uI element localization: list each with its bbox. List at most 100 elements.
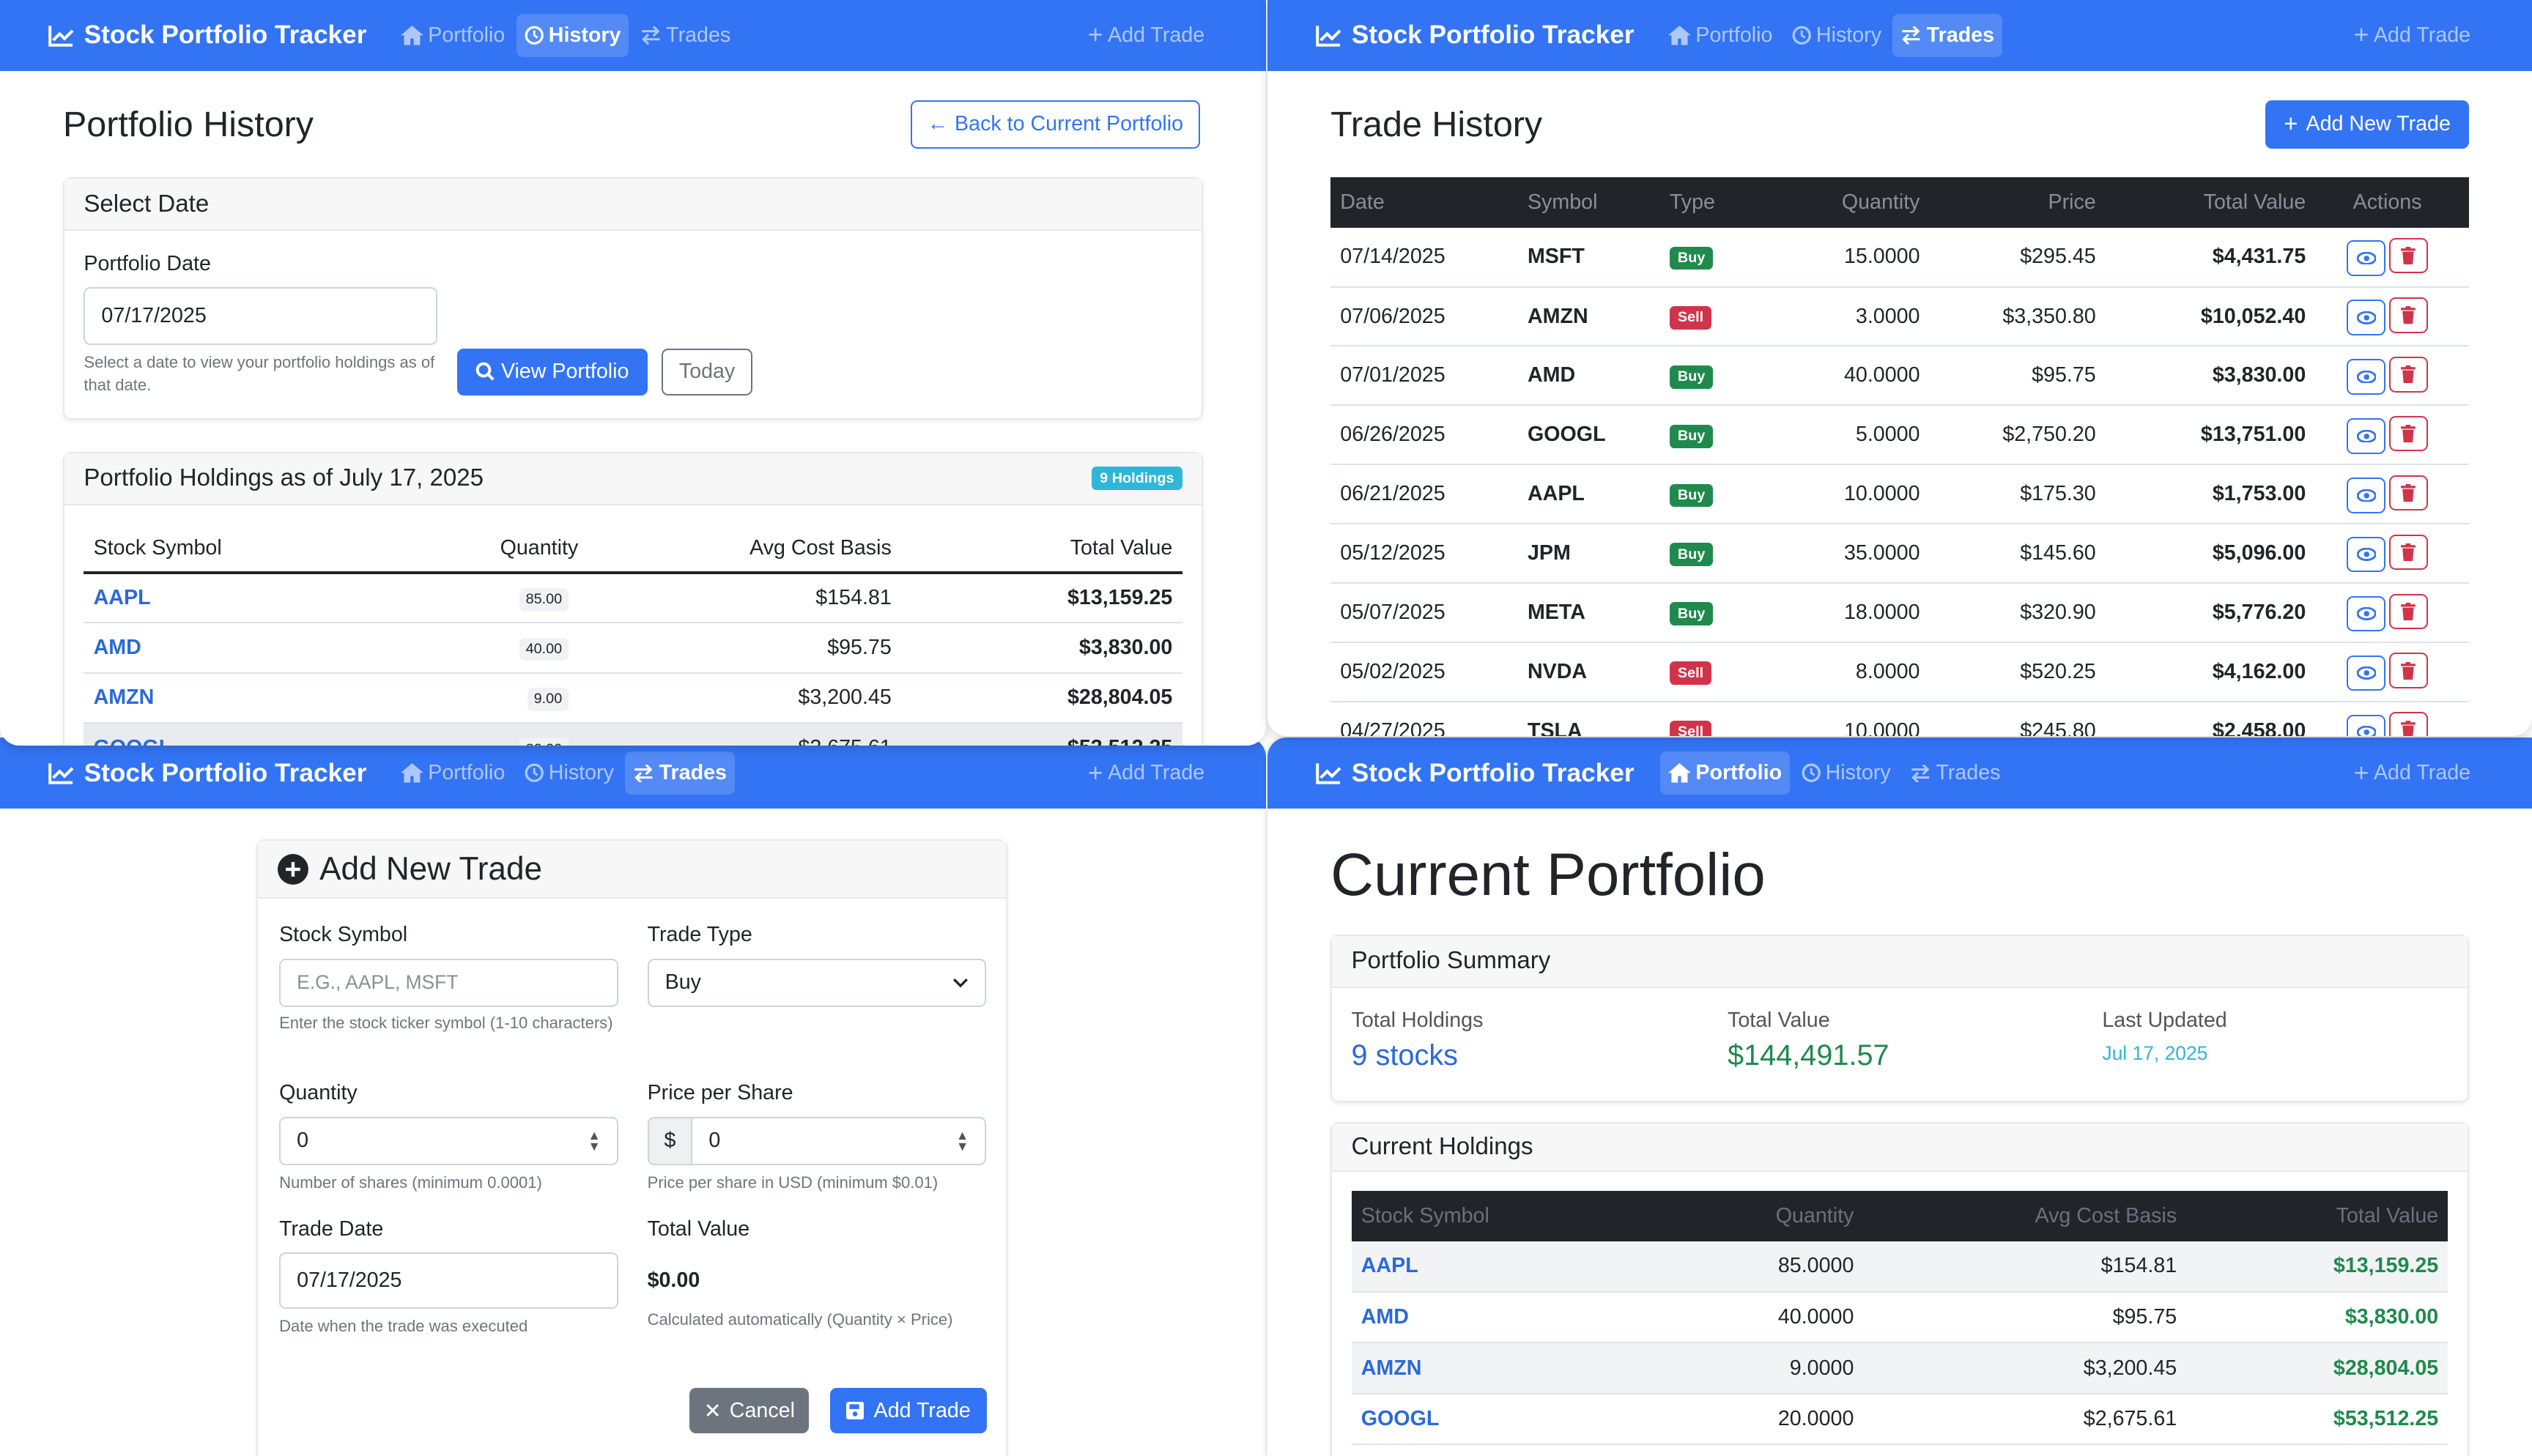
symbol-cell[interactable]: GOOGL bbox=[84, 723, 384, 746]
stock-symbol-input[interactable]: E.G., AAPL, MSFT bbox=[279, 958, 618, 1007]
nav-add-trade[interactable]: + Add Trade bbox=[2354, 21, 2470, 50]
back-to-portfolio-button[interactable]: ← Back to Current Portfolio bbox=[911, 100, 1200, 149]
view-trade-button[interactable] bbox=[2347, 418, 2386, 454]
view-trade-button[interactable] bbox=[2347, 536, 2386, 573]
symbol-cell[interactable]: AMD bbox=[1352, 1292, 1660, 1342]
quantity-stepper[interactable]: 0 ▲ ▼ bbox=[279, 1116, 618, 1165]
nav-trades[interactable]: Trades bbox=[625, 751, 735, 795]
col-total: Total Value bbox=[1070, 535, 1173, 560]
symbol-cell: TSLA bbox=[1527, 718, 1582, 737]
symbol-link[interactable]: GOOGL bbox=[1361, 1407, 1440, 1430]
nav-add-trade-label: Add Trade bbox=[2373, 23, 2471, 47]
total-value-amount: $0.00 bbox=[647, 1269, 700, 1293]
total-value-cell: $28,804.05 bbox=[1067, 686, 1173, 710]
symbol-cell[interactable]: AAPL bbox=[1352, 1241, 1660, 1292]
symbol-link[interactable]: AAPL bbox=[1361, 1254, 1418, 1277]
currency-prefix: $ bbox=[647, 1116, 693, 1165]
delete-trade-button[interactable] bbox=[2388, 475, 2428, 511]
delete-trade-button[interactable] bbox=[2388, 357, 2428, 393]
price-cell: $2,750.20 bbox=[2002, 423, 2096, 447]
nav-portfolio[interactable]: Portfolio bbox=[1659, 751, 1791, 795]
view-trade-button[interactable] bbox=[2347, 240, 2386, 276]
symbol-cell: AAPL bbox=[1527, 482, 1585, 506]
symbol-cell[interactable]: AMD bbox=[84, 623, 384, 672]
view-trade-button[interactable] bbox=[2347, 300, 2386, 335]
delete-trade-button[interactable] bbox=[2388, 237, 2428, 274]
trade-type-select[interactable]: Buy bbox=[647, 958, 987, 1007]
brand[interactable]: Stock Portfolio Tracker bbox=[48, 21, 367, 50]
history-icon bbox=[1792, 26, 1811, 45]
delete-trade-button[interactable] bbox=[2388, 415, 2428, 452]
portfolio-date-input[interactable]: 07/17/2025 bbox=[84, 287, 438, 346]
quantity-cell: 9.00 bbox=[385, 673, 578, 723]
table-row: 07/01/2025 AMD Buy 40.0000 $95.75 $3,830.00 bbox=[1330, 346, 2469, 406]
date-cell: 05/07/2025 bbox=[1340, 600, 1445, 624]
delete-trade-button[interactable] bbox=[2388, 712, 2428, 737]
symbol-cell[interactable]: AAPL bbox=[84, 573, 384, 623]
brand[interactable]: Stock Portfolio Tracker bbox=[1316, 759, 1635, 788]
cancel-button[interactable]: ✕ Cancel bbox=[689, 1388, 810, 1433]
history-holdings-table: Stock Symbol Quantity Avg Cost Basis Tot… bbox=[84, 524, 1182, 746]
symbol-link[interactable]: AMZN bbox=[1361, 1356, 1422, 1380]
trash-icon bbox=[2401, 425, 2416, 443]
quantity-cell: 40.0000 bbox=[1843, 363, 1920, 387]
trade-date-input[interactable]: 07/17/2025 bbox=[279, 1252, 618, 1310]
navbar: Stock Portfolio Tracker Portfolio Histor… bbox=[0, 738, 1266, 809]
brand[interactable]: Stock Portfolio Tracker bbox=[1316, 21, 1635, 50]
view-trade-button[interactable] bbox=[2347, 359, 2386, 395]
trash-icon bbox=[2401, 661, 2416, 680]
nav-portfolio[interactable]: Portfolio bbox=[393, 14, 514, 57]
trash-icon bbox=[2401, 365, 2416, 384]
current-holdings-header: Current Holdings bbox=[1351, 1132, 1533, 1160]
symbol-cell[interactable]: AMZN bbox=[1352, 1342, 1660, 1393]
view-trade-button[interactable] bbox=[2347, 714, 2386, 737]
symbol-link[interactable]: GOOGL bbox=[94, 736, 172, 746]
nav-trades[interactable]: Trades bbox=[1902, 751, 2008, 795]
view-trade-button[interactable] bbox=[2347, 595, 2386, 632]
nav-portfolio[interactable]: Portfolio bbox=[393, 751, 514, 795]
delete-trade-button[interactable] bbox=[2388, 534, 2428, 571]
nav-trades[interactable]: Trades bbox=[1892, 13, 2003, 58]
price-stepper[interactable]: 0 ▲ ▼ bbox=[692, 1116, 987, 1165]
brand[interactable]: Stock Portfolio Tracker bbox=[48, 759, 367, 788]
view-trade-button[interactable] bbox=[2347, 478, 2386, 513]
portfolio-window: Stock Portfolio Tracker Portfolio Histor… bbox=[1267, 738, 2532, 1456]
nav-history[interactable]: History bbox=[1784, 14, 1889, 57]
trade-date-label: Trade Date bbox=[279, 1217, 384, 1241]
trade-type-badge: Buy bbox=[1669, 424, 1714, 448]
symbol-link[interactable]: AMD bbox=[94, 636, 141, 659]
chevron-down-icon bbox=[953, 978, 969, 988]
symbol-cell[interactable]: GOOGL bbox=[1352, 1394, 1660, 1444]
symbol-cell[interactable]: AMZN bbox=[84, 673, 384, 723]
plus-icon: + bbox=[2353, 21, 2369, 50]
nav-add-trade[interactable]: + Add Trade bbox=[2354, 759, 2470, 788]
spinner-icon[interactable]: ▲ ▼ bbox=[956, 1129, 969, 1153]
price-label: Price per Share bbox=[647, 1081, 793, 1105]
spinner-icon[interactable]: ▲ ▼ bbox=[588, 1129, 600, 1153]
nav-history[interactable]: History bbox=[1793, 751, 1899, 795]
symbol-link[interactable]: AAPL bbox=[94, 586, 151, 609]
total-value-cell: $53,512.25 bbox=[892, 723, 1182, 746]
actions-cell bbox=[2306, 702, 2469, 737]
delete-trade-button[interactable] bbox=[2388, 297, 2428, 333]
nav-history[interactable]: History bbox=[516, 13, 629, 58]
nav-add-trade[interactable]: + Add Trade bbox=[1088, 759, 1204, 788]
quantity-label: Quantity bbox=[279, 1081, 358, 1105]
add-new-trade-button[interactable]: + Add New Trade bbox=[2265, 100, 2469, 149]
add-trade-submit-button[interactable]: Add Trade bbox=[830, 1388, 987, 1433]
nav-portfolio[interactable]: Portfolio bbox=[1660, 14, 1781, 57]
type-cell: Buy bbox=[1669, 346, 1766, 405]
today-button[interactable]: Today bbox=[662, 348, 752, 395]
symbol-link[interactable]: AMD bbox=[1361, 1305, 1409, 1329]
arrows-exchange-icon bbox=[1902, 26, 1920, 45]
nav-trades[interactable]: Trades bbox=[632, 14, 738, 57]
delete-trade-button[interactable] bbox=[2388, 653, 2428, 688]
nav-history[interactable]: History bbox=[517, 751, 622, 795]
view-trade-button[interactable] bbox=[2347, 655, 2386, 691]
symbol-link[interactable]: AMZN bbox=[94, 686, 155, 709]
close-icon: ✕ bbox=[703, 1399, 722, 1423]
nav-add-trade[interactable]: + Add Trade bbox=[1088, 21, 1204, 50]
delete-trade-button[interactable] bbox=[2388, 593, 2428, 629]
view-portfolio-button[interactable]: View Portfolio bbox=[456, 348, 648, 395]
type-cell: Buy bbox=[1669, 405, 1766, 464]
